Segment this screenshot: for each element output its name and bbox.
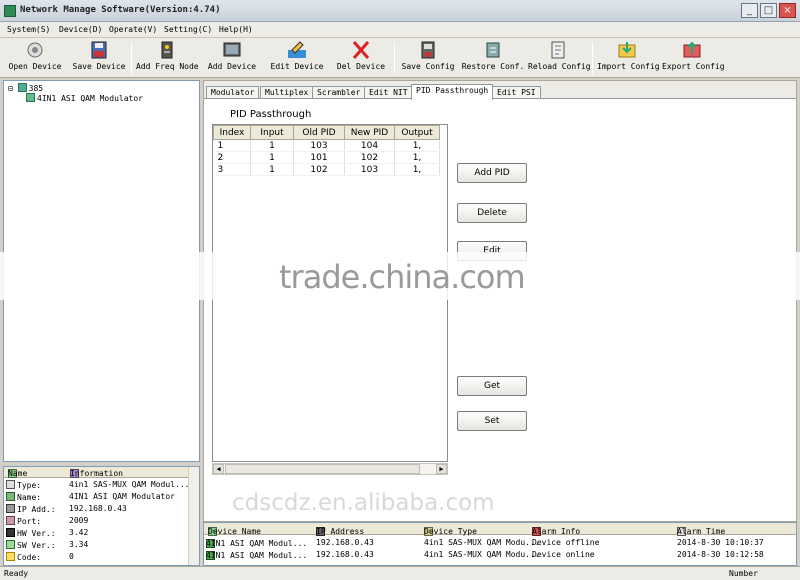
main-panel: Modulator Multiplex Scrambler Edit NIT P… bbox=[203, 80, 797, 522]
info-scrollbar[interactable] bbox=[188, 467, 199, 565]
window-title: Network Manage Software(Version:4.74) bbox=[20, 5, 221, 15]
status-text: Ready bbox=[4, 569, 29, 578]
column-header-output[interactable]: Output bbox=[394, 125, 440, 140]
title-bar: Network Manage Software(Version:4.74) _ … bbox=[0, 0, 800, 22]
add-device-button[interactable]: Add Device bbox=[206, 40, 258, 76]
menu-setting[interactable]: Setting(C) bbox=[164, 25, 212, 34]
status-bar: Ready Number bbox=[0, 566, 800, 580]
restore-config-button[interactable]: Restore Conf. bbox=[461, 40, 525, 76]
scroll-right-icon[interactable]: ▶ bbox=[436, 464, 447, 474]
ip-icon bbox=[6, 504, 15, 513]
minimize-button[interactable]: _ bbox=[741, 3, 758, 18]
table-header-row: Index Input Old PID New PID Output bbox=[213, 125, 440, 140]
save-device-icon bbox=[91, 41, 107, 59]
column-header-new-pid[interactable]: New PID bbox=[344, 125, 395, 140]
edit-device-button[interactable]: Edit Device bbox=[269, 40, 325, 76]
watermark-center-text: trade.china.com bbox=[279, 258, 526, 296]
delete-device-button[interactable]: Del Device bbox=[335, 40, 387, 76]
add-freq-node-icon bbox=[161, 41, 173, 59]
pid-passthrough-panel: PID Passthrough Index Input Old PID New … bbox=[204, 98, 796, 521]
restore-config-icon bbox=[486, 42, 500, 58]
column-header-index[interactable]: Index bbox=[213, 125, 251, 140]
set-button[interactable]: Set bbox=[457, 411, 527, 431]
open-device-button[interactable]: Open Device bbox=[8, 40, 62, 76]
menu-help[interactable]: Help(H) bbox=[219, 25, 253, 34]
reload-config-icon bbox=[551, 41, 565, 59]
watermark-bottom-text: cdscdz.en.alibaba.com bbox=[232, 490, 495, 516]
toolbar: Open Device Save Device Add Freq Node Ad… bbox=[0, 38, 800, 78]
export-config-button[interactable]: Export Config bbox=[662, 40, 725, 76]
name-icon bbox=[6, 492, 15, 501]
menu-system[interactable]: System(S) bbox=[7, 25, 50, 34]
table-horizontal-scrollbar[interactable]: ◀ ▶ bbox=[212, 463, 448, 475]
hardware-icon bbox=[6, 528, 15, 537]
tab-pid-passthrough[interactable]: PID Passthrough bbox=[411, 84, 494, 100]
tree-root-node[interactable]: ⊟ 385 bbox=[8, 83, 43, 93]
scroll-left-icon[interactable]: ◀ bbox=[213, 464, 224, 474]
device-icon bbox=[26, 93, 35, 102]
import-config-icon bbox=[618, 42, 636, 58]
device-info-panel: Name Information Type: 4in1 SAS-MUX QAM M… bbox=[3, 466, 200, 566]
add-pid-button[interactable]: Add PID bbox=[457, 163, 527, 183]
import-config-button[interactable]: Import Config bbox=[597, 40, 660, 76]
delete-device-icon bbox=[352, 41, 370, 59]
menu-device[interactable]: Device(D) bbox=[59, 25, 102, 34]
status-number: Number bbox=[729, 569, 758, 578]
group-title: PID Passthrough bbox=[230, 109, 312, 120]
watermark-band: trade.china.com bbox=[0, 252, 800, 300]
menu-bar: System(S) Device(D) Operate(V) Setting(C… bbox=[0, 22, 800, 38]
delete-button[interactable]: Delete bbox=[457, 203, 527, 223]
maximize-button[interactable]: □ bbox=[760, 3, 777, 18]
table-row[interactable]: 1 1 103 104 1, bbox=[213, 139, 440, 152]
close-button[interactable]: × bbox=[779, 3, 796, 18]
software-icon bbox=[6, 540, 15, 549]
port-icon bbox=[6, 516, 15, 525]
tree-device-node[interactable]: 4IN1 ASI QAM Modulator bbox=[26, 93, 143, 103]
alarm-log-row[interactable]: 4IN1 ASI QAM Modul... 192.168.0.43 4in1 … bbox=[204, 537, 796, 549]
code-icon bbox=[6, 552, 15, 561]
table-row[interactable]: 2 1 101 102 1, bbox=[213, 151, 440, 164]
save-device-button[interactable]: Save Device bbox=[72, 40, 126, 76]
export-config-icon bbox=[683, 41, 701, 58]
column-header-input[interactable]: Input bbox=[250, 125, 294, 140]
app-icon bbox=[4, 5, 16, 17]
alarm-log-panel: Device Name IP Address Device Type Alarm… bbox=[203, 522, 797, 566]
alarm-log-header: Device Name IP Address Device Type Alarm… bbox=[204, 523, 796, 536]
network-icon bbox=[17, 83, 27, 92]
info-header: Name Information bbox=[4, 467, 189, 478]
add-device-icon bbox=[223, 42, 241, 57]
open-device-icon bbox=[27, 42, 43, 58]
save-config-button[interactable]: Save Config bbox=[400, 40, 456, 76]
add-freq-node-button[interactable]: Add Freq Node bbox=[136, 40, 199, 76]
table-row[interactable]: 3 1 102 103 1, bbox=[213, 163, 440, 176]
menu-operate[interactable]: Operate(V) bbox=[109, 25, 157, 34]
type-icon bbox=[6, 480, 15, 489]
save-config-icon bbox=[421, 41, 435, 59]
alarm-log-row[interactable]: 4IN1 ASI QAM Modul... 192.168.0.43 4in1 … bbox=[204, 549, 796, 561]
tree-expand-icon[interactable]: ⊟ bbox=[8, 84, 13, 93]
column-header-old-pid[interactable]: Old PID bbox=[293, 125, 345, 140]
scroll-thumb[interactable] bbox=[225, 464, 420, 474]
edit-device-icon bbox=[288, 41, 306, 58]
get-button[interactable]: Get bbox=[457, 376, 527, 396]
reload-config-button[interactable]: Reload Config bbox=[528, 40, 591, 76]
